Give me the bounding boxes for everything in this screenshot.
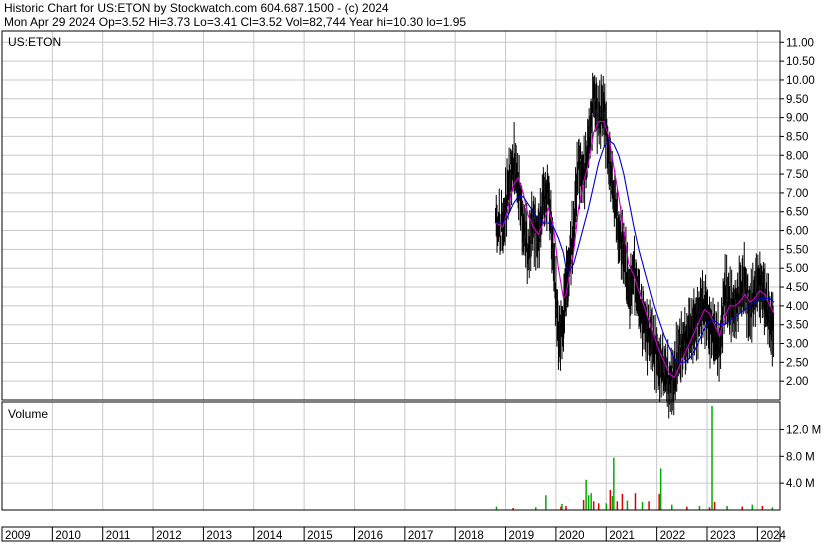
year-label: 2009 [5, 530, 31, 542]
price-tick-label: 9.00 [786, 113, 808, 125]
price-tick-label: 3.50 [786, 320, 808, 332]
price-tick-label: 9.50 [786, 94, 808, 106]
price-tick-label: 7.00 [786, 188, 808, 200]
chart-frames [1, 30, 781, 542]
year-label: 2012 [156, 530, 182, 542]
year-label: 2015 [307, 530, 333, 542]
price-tick-label: 4.00 [786, 301, 808, 313]
price-tick-label: 2.50 [786, 357, 808, 369]
price-panel-symbol: US:ETON [8, 35, 61, 49]
year-label: 2011 [106, 530, 131, 542]
volume-tick-label: 8.0 M [786, 451, 815, 463]
volume-bars [495, 406, 774, 510]
volume-tick-label: 12.0 M [786, 424, 821, 436]
price-bars [494, 72, 775, 419]
price-tick-label: 6.00 [786, 226, 808, 238]
axis-ticks: 2.00 2.50 3.00 3.50 4.00 4.50 5.00 5.50 6.00 6.50… [5, 37, 821, 542]
stock-chart: 2.00 2.50 3.00 3.50 4.00 4.50 5.00 5.50 6.00 6.50… [1, 30, 821, 542]
year-label: 2019 [509, 530, 535, 542]
price-panel-frame [1, 30, 781, 401]
price-tick-label: 10.00 [786, 75, 815, 87]
year-label: 2023 [710, 530, 736, 542]
price-tick-label: 5.00 [786, 263, 808, 275]
price-tick-label: 3.00 [786, 339, 808, 351]
price-tick-label: 7.50 [786, 169, 808, 181]
year-label: 2016 [357, 530, 383, 542]
price-tick-label: 4.50 [786, 282, 808, 294]
volume-panel-label: Volume [8, 407, 48, 421]
year-label: 2017 [408, 530, 434, 542]
chart-grid [1, 31, 780, 541]
volume-tick-label: 4.0 M [786, 478, 815, 490]
price-tick-label: 8.50 [786, 131, 808, 143]
year-label: 2024 [760, 530, 786, 542]
price-tick-label: 6.50 [786, 207, 808, 219]
year-label: 2018 [458, 530, 484, 542]
year-label: 2010 [55, 530, 81, 542]
price-tick-label: 8.00 [786, 150, 808, 162]
year-label: 2021 [609, 530, 635, 542]
price-tick-label: 5.50 [786, 244, 808, 256]
price-tick-label: 10.50 [786, 56, 815, 68]
year-label: 2014 [257, 530, 283, 542]
price-tick-label: 11.00 [786, 37, 814, 49]
year-label: 2022 [660, 530, 686, 542]
price-tick-label: 2.00 [786, 376, 808, 388]
year-label: 2020 [559, 530, 585, 542]
year-label: 2013 [206, 530, 232, 542]
